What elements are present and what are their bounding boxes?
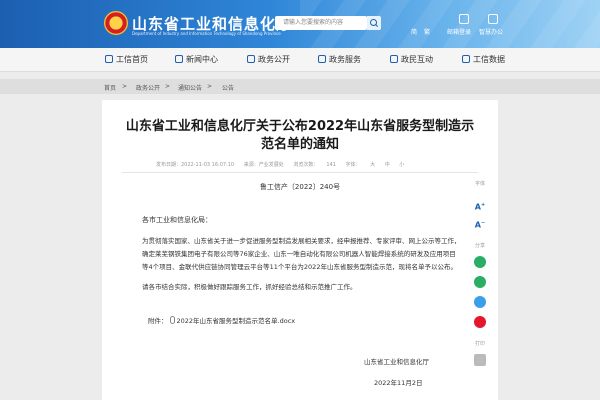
news-icon: [175, 55, 183, 63]
article-meta: 发布日期：2022-11-03 16:07:10 来源：产业发展处 浏览次数： 1…: [156, 161, 412, 168]
breadcrumb-notice[interactable]: 通知公告: [178, 83, 202, 92]
public-icon: [247, 55, 255, 63]
nav-item-data[interactable]: 工信数据: [462, 53, 505, 67]
site-subtitle: Department of Industry and Information T…: [132, 31, 281, 36]
interaction-icon: [390, 55, 398, 63]
office-icon[interactable]: [488, 14, 498, 24]
wechat-icon[interactable]: [474, 256, 486, 268]
national-emblem-logo: [104, 11, 128, 35]
body-paragraph: 为贯彻落实国家、山东省关于进一步促进服务型制造发展相关要求，经申报推荐、专家评审…: [142, 237, 461, 271]
lang-simplified-link[interactable]: 简: [411, 27, 417, 36]
smart-office-link[interactable]: 智慧办公: [479, 27, 503, 36]
breadcrumb-sep: >: [207, 83, 213, 90]
share-label: 分享: [474, 243, 485, 249]
site-header: 山东省工业和信息化厅 Department of Industry and In…: [0, 0, 600, 48]
breadcrumb-sep: >: [122, 83, 128, 90]
signature-org: 山东省工业和信息化厅: [364, 358, 429, 366]
font-tool-label: 字体: [474, 181, 485, 187]
font-size-small[interactable]: 小: [399, 162, 404, 168]
search-input[interactable]: 请输入您要搜索的内容: [275, 16, 367, 30]
document-number: 鲁工信产〔2022〕240号: [259, 183, 341, 191]
nav-item-news[interactable]: 新闻中心: [175, 53, 218, 67]
main-nav: 工信首页 新闻中心 政务公开 政务服务 政民互动 工信数据: [0, 48, 600, 72]
search-icon[interactable]: [367, 16, 381, 30]
weibo-icon[interactable]: [474, 316, 486, 328]
article-panel: 山东省工业和信息化厅关于公布2022年山东省服务型制造示范名单的通知 发布日期：…: [102, 100, 498, 400]
font-size-medium[interactable]: 中: [385, 162, 390, 168]
breadcrumb-sep: >: [165, 83, 171, 90]
publish-date: 发布日期：2022-11-03 16:07:10: [156, 162, 235, 168]
body-paragraph: 请各市结合实际，积极做好跟踪服务工作，抓好经验总结和示范推广工作。: [142, 283, 357, 291]
home-icon: [105, 55, 113, 63]
wechat-moments-icon[interactable]: [474, 276, 486, 288]
service-icon: [318, 55, 326, 63]
font-size-label: 字体：: [345, 162, 361, 168]
lang-traditional-link[interactable]: 繁: [424, 27, 430, 36]
data-icon: [462, 55, 470, 63]
print-label: 打印: [474, 341, 485, 347]
attachment-label: 附件：: [148, 317, 168, 325]
nav-item-interaction[interactable]: 政民互动: [390, 53, 433, 67]
greeting: 各市工业和信息化局：: [142, 216, 212, 224]
divider: [122, 172, 478, 173]
mail-icon[interactable]: [459, 14, 469, 24]
nav-item-public[interactable]: 政务公开: [247, 53, 290, 67]
qq-icon[interactable]: [474, 296, 486, 308]
font-decrease-button[interactable]: A−: [473, 216, 487, 230]
font-size-large[interactable]: 大: [370, 162, 375, 168]
nav-item-service[interactable]: 政务服务: [318, 53, 361, 67]
breadcrumb: 首页 > 政务公开 > 通知公告 > 公告: [0, 79, 600, 94]
print-icon[interactable]: [474, 354, 486, 366]
paperclip-icon: [169, 316, 175, 324]
breadcrumb-home[interactable]: 首页: [104, 83, 116, 92]
signature-date: 2022年11月2日: [374, 379, 423, 387]
font-increase-button[interactable]: A+: [473, 198, 487, 212]
breadcrumb-announcement[interactable]: 公告: [222, 83, 234, 92]
mail-login-link[interactable]: 邮箱登录: [447, 27, 471, 36]
view-count-label: 浏览次数：: [293, 162, 319, 168]
breadcrumb-public[interactable]: 政务公开: [136, 83, 160, 92]
view-count: 141: [326, 162, 336, 168]
nav-item-home[interactable]: 工信首页: [105, 53, 148, 67]
article-source: 来源：产业发展处: [243, 162, 284, 168]
article-title: 山东省工业和信息化厅关于公布2022年山东省服务型制造示范名单的通知: [125, 119, 475, 152]
attachment: 附件： 2022年山东省服务型制造示范名单.docx: [148, 315, 295, 325]
attachment-link[interactable]: 2022年山东省服务型制造示范名单.docx: [177, 317, 296, 325]
